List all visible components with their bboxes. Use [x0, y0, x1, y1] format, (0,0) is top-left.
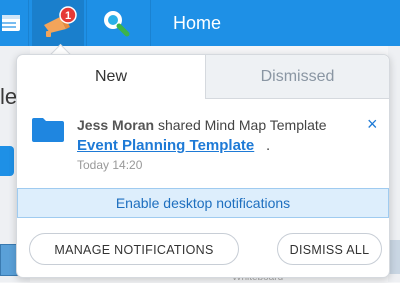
calendar-icon[interactable] [0, 0, 26, 46]
dismiss-all-button[interactable]: DISMISS ALL [277, 233, 382, 265]
background-heading-fragment: le [0, 84, 18, 109]
topbar-divider [150, 0, 151, 46]
home-link[interactable]: Home [173, 0, 221, 46]
close-icon[interactable]: × [367, 115, 378, 133]
topbar-divider [86, 0, 87, 46]
notification-item: Jess Moran shared Mind Map Template Even… [17, 111, 389, 177]
notification-badge: 1 [65, 10, 71, 22]
search-icon [104, 11, 130, 37]
notification-user: Jess Moran [77, 117, 155, 133]
background-add-button[interactable] [0, 146, 14, 176]
tab-dismissed[interactable]: Dismissed [205, 55, 389, 99]
notification-action: shared Mind Map Template [157, 117, 327, 133]
enable-desktop-notifications-button[interactable]: Enable desktop notifications [17, 188, 389, 218]
search-button[interactable] [96, 0, 136, 46]
notification-link-suffix: . [266, 137, 271, 154]
notifications-button[interactable]: 1 [32, 0, 84, 46]
notification-text: Jess Moran shared Mind Map Template [77, 117, 327, 133]
top-bar: 1 Home [0, 0, 400, 46]
notification-link[interactable]: Event Planning Template [77, 137, 254, 154]
manage-notifications-button[interactable]: MANAGE NOTIFICATIONS [29, 233, 239, 265]
notifications-popup: New Dismissed Jess Moran shared Mind Map… [16, 54, 390, 278]
popup-tabs: New Dismissed [17, 55, 389, 99]
notifications-megaphone-icon: 1 [44, 6, 77, 37]
topbar-divider [28, 0, 29, 46]
folder-icon [32, 118, 64, 142]
notification-time: Today 14:20 [77, 158, 143, 172]
tab-new[interactable]: New [17, 55, 205, 99]
